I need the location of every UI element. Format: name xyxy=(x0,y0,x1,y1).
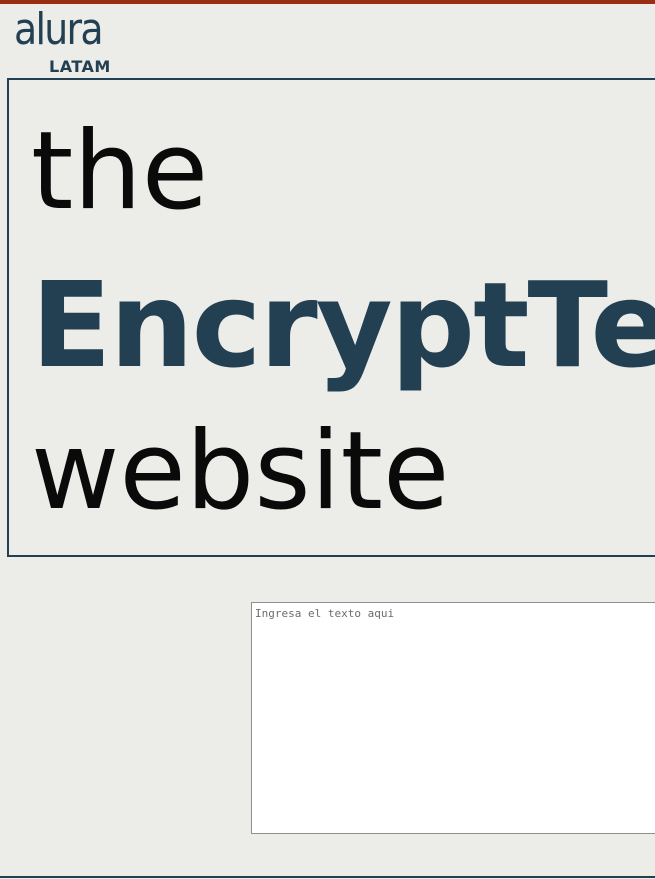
logo-subtitle: LATAM xyxy=(49,57,111,76)
bottom-border-line xyxy=(0,876,655,878)
logo-wordmark: alura xyxy=(14,4,104,55)
text-input-area[interactable] xyxy=(251,602,655,834)
alura-latam-logo[interactable]: alura LATAM xyxy=(14,4,120,78)
hero-line-brand: EncryptText xyxy=(31,256,655,394)
hero-line-the: the xyxy=(31,109,209,234)
hero-line-website: website xyxy=(31,409,450,534)
hero-title-box: the EncryptText website xyxy=(7,78,655,557)
